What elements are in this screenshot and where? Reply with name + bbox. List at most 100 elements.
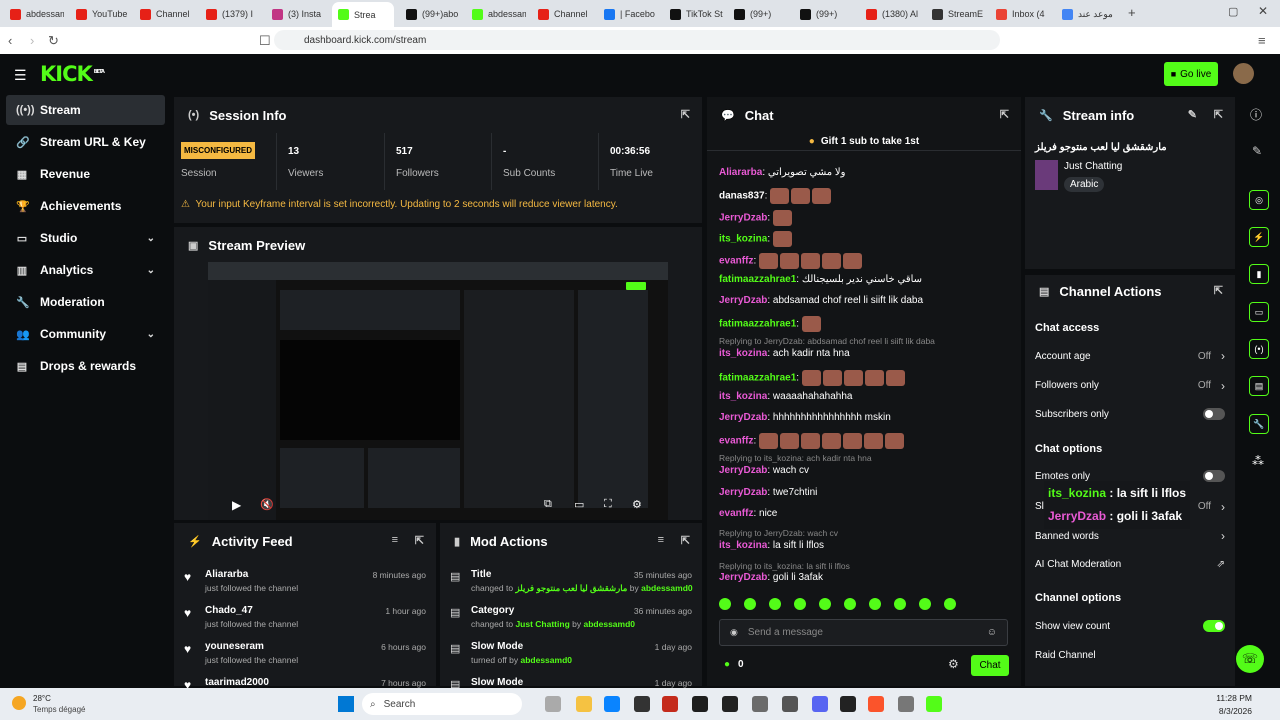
mute-icon[interactable]: 🔇: [260, 498, 274, 511]
browser-tab[interactable]: abdessam: [466, 3, 526, 25]
wrench-icon[interactable]: 🔧: [1249, 414, 1269, 434]
activity-user[interactable]: Chado_47: [205, 605, 298, 616]
points-counter[interactable]: ● 0: [724, 659, 744, 670]
emote-icon[interactable]: [894, 598, 906, 610]
toggle-switch[interactable]: [1203, 408, 1225, 420]
popout-icon[interactable]: ⇱: [1214, 108, 1223, 121]
chat-username[interactable]: its_kozina: [719, 234, 767, 245]
browser-tab[interactable]: (99+)abo: [400, 3, 460, 25]
broadcast-icon[interactable]: (•): [1249, 339, 1269, 359]
sidebar-item-moderation[interactable]: 🔧 Moderation: [6, 287, 165, 317]
setting-control[interactable]: ›: [1221, 529, 1225, 543]
setting-control[interactable]: [1203, 470, 1225, 482]
list-icon[interactable]: ▤: [1249, 376, 1269, 396]
browser-tab[interactable]: YouTube: [70, 3, 130, 25]
taskbar-search[interactable]: ⌕ Search: [362, 693, 522, 715]
browser-tab[interactable]: (3) Insta: [266, 3, 326, 25]
chat-username[interactable]: fatimaazzahrae1: [719, 319, 796, 330]
mod-action-user[interactable]: abdessamd0: [641, 583, 693, 593]
emote-icon[interactable]: [919, 598, 931, 610]
setting-banned-words[interactable]: Banned words ›: [1035, 529, 1225, 543]
capcut-icon[interactable]: [840, 696, 856, 712]
mod-action-user[interactable]: abdessamd0: [520, 655, 572, 665]
chat-send-button[interactable]: Chat: [971, 655, 1009, 676]
chevron-right-icon[interactable]: ›: [1221, 349, 1225, 363]
discord-icon[interactable]: [812, 696, 828, 712]
chat-username[interactable]: JerryDzab: [719, 213, 767, 224]
sidebar-item-community[interactable]: 👥 Community ⌄: [6, 319, 165, 349]
popout-icon[interactable]: ⇱: [681, 534, 690, 547]
chat-username[interactable]: fatimaazzahrae1: [719, 373, 796, 384]
support-icon[interactable]: ☏: [1236, 645, 1264, 673]
popout-icon[interactable]: ⇱: [1214, 284, 1223, 297]
sidebar-item-analytics[interactable]: ▥ Analytics ⌄: [6, 255, 165, 285]
video-player[interactable]: ▶ 🔇 ⧉ ▭ ⛶ ⚙: [208, 262, 668, 520]
gift-banner[interactable]: ● Gift 1 sub to take 1st: [707, 133, 1021, 151]
kick-logo[interactable]: KICK BETA: [40, 62, 105, 86]
emoji-icon[interactable]: ☺: [987, 627, 997, 638]
info-icon[interactable]: ⓘ: [1250, 106, 1262, 123]
chevron-down-icon[interactable]: ⌄: [147, 265, 155, 276]
chat-username[interactable]: JerryDzab: [719, 465, 767, 476]
popout-icon[interactable]: ⇱: [1000, 108, 1009, 121]
maximize-icon[interactable]: ▢: [1228, 5, 1238, 18]
theater-icon[interactable]: ▭: [574, 498, 584, 511]
play-icon[interactable]: ▶: [232, 498, 241, 512]
emote-icon[interactable]: [819, 598, 831, 610]
popout-icon[interactable]: ⇱: [415, 534, 424, 547]
setting-control[interactable]: Off ›: [1198, 349, 1225, 363]
chat-username[interactable]: danas837: [719, 191, 765, 202]
mod-action-user[interactable]: abdessamd0: [584, 619, 636, 629]
emote-icon[interactable]: [869, 598, 881, 610]
setting-subscribers-only[interactable]: Subscribers only: [1035, 408, 1225, 420]
new-tab-icon[interactable]: +: [1128, 5, 1136, 20]
forward-icon[interactable]: ›: [30, 33, 34, 48]
emote-icon[interactable]: [769, 598, 781, 610]
chat-username[interactable]: evanffz: [719, 508, 753, 519]
browser-tab[interactable]: Channel: [532, 3, 592, 25]
close-icon[interactable]: ✕: [1258, 4, 1268, 18]
fullscreen-icon[interactable]: ⛶: [604, 498, 612, 511]
browser-tab[interactable]: (1379) I: [200, 3, 260, 25]
emote-icon[interactable]: [844, 598, 856, 610]
sidebar-item-stream[interactable]: ((•)) Stream: [6, 95, 165, 125]
browser-tab[interactable]: (99+): [794, 3, 854, 25]
settings-icon[interactable]: [898, 696, 914, 712]
chat-username[interactable]: evanffz: [719, 436, 753, 447]
sidebar-item-stream-url-key[interactable]: 🔗 Stream URL & Key: [6, 127, 165, 157]
setting-control[interactable]: Off ›: [1198, 500, 1225, 514]
edge-icon[interactable]: [604, 696, 620, 712]
document-icon[interactable]: ▮: [1249, 264, 1269, 284]
bookmark-icon[interactable]: ☐: [259, 33, 271, 49]
browser-tab[interactable]: StreamE: [926, 3, 986, 25]
chat-icon[interactable]: ▭: [1249, 302, 1269, 322]
sidebar-item-revenue[interactable]: ▦ Revenue: [6, 159, 165, 189]
setting-control[interactable]: Off ›: [1198, 379, 1225, 393]
browser-tab[interactable]: Inbox (4: [990, 3, 1050, 25]
browser-tab[interactable]: abdessam: [4, 3, 64, 25]
reload-icon[interactable]: ↻: [48, 33, 59, 49]
chat-username[interactable]: its_kozina: [719, 540, 767, 551]
setting-control[interactable]: [1203, 408, 1225, 420]
emote-icon[interactable]: [944, 598, 956, 610]
browser-tab[interactable]: (1380) Al: [860, 3, 920, 25]
chevron-down-icon[interactable]: ⌄: [147, 233, 155, 244]
url-bar[interactable]: dashboard.kick.com/stream: [274, 30, 1000, 50]
chat-username[interactable]: JerryDzab: [719, 572, 767, 583]
task-view-icon[interactable]: [545, 696, 561, 712]
windows-start-icon[interactable]: [338, 696, 354, 712]
chat-username[interactable]: JerryDzab: [719, 412, 767, 423]
go-live-button[interactable]: ■ Go live: [1164, 62, 1218, 86]
activity-user[interactable]: taarimad2000: [205, 677, 269, 688]
setting-raid-channel[interactable]: Raid Channel: [1035, 650, 1225, 661]
community-icon[interactable]: ⁂: [1252, 454, 1264, 468]
setting-control[interactable]: [1203, 620, 1225, 632]
brave-icon[interactable]: [868, 696, 884, 712]
sidebar-item-drops-rewards[interactable]: ▤ Drops & rewards: [6, 351, 165, 381]
pip-icon[interactable]: ⧉: [544, 498, 552, 511]
external-link-icon[interactable]: ⇗: [1217, 559, 1225, 570]
setting-show-view-count[interactable]: Show view count: [1035, 620, 1225, 632]
chat-username[interactable]: Aliararba: [719, 167, 762, 178]
store-icon[interactable]: [634, 696, 650, 712]
app-icon[interactable]: [752, 696, 768, 712]
